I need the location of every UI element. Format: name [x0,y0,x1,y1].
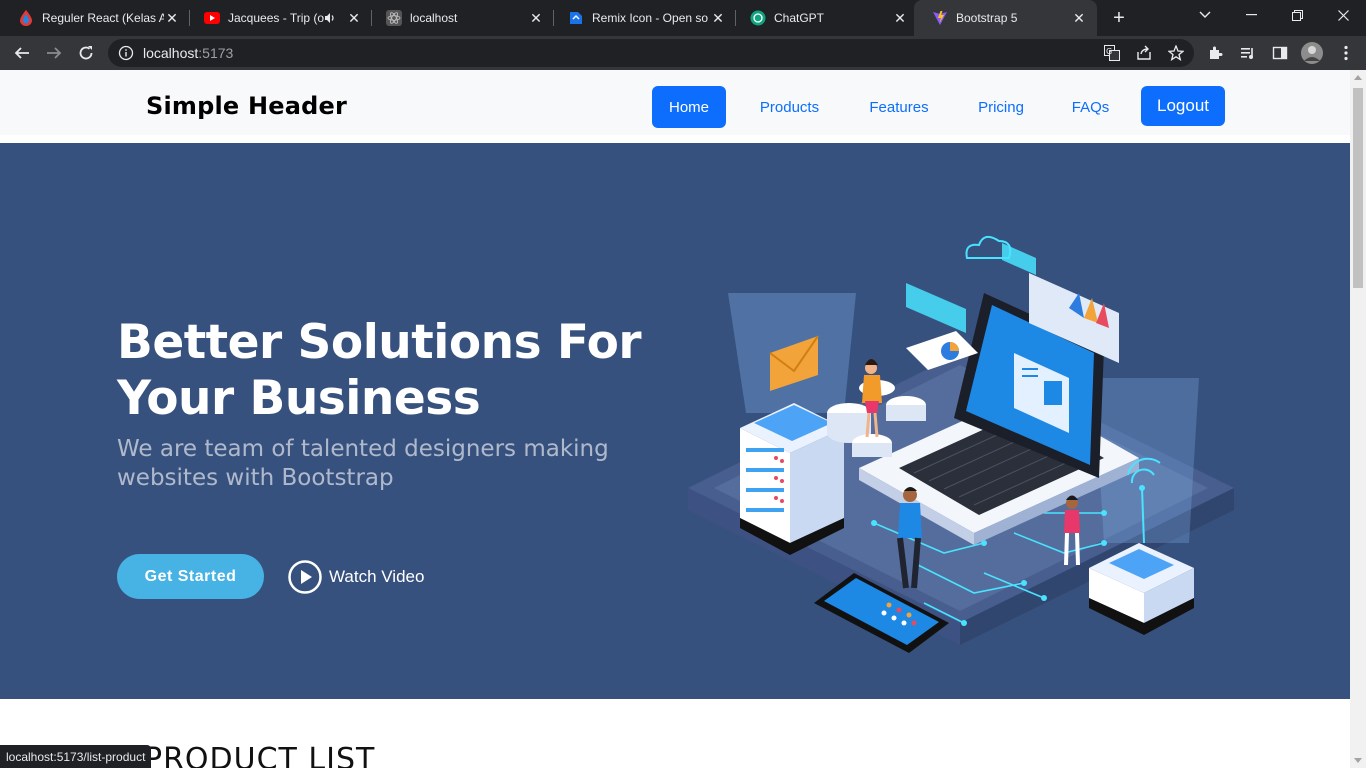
react-icon [386,10,402,26]
browser-tab[interactable]: ChatGPT ✕ [732,4,918,32]
tab-title: Bootstrap 5 [956,11,1018,25]
youtube-icon [204,10,220,26]
extensions-icon[interactable] [1204,41,1228,65]
drop-icon [18,10,34,26]
page-scrollbar[interactable] [1350,70,1366,768]
close-window-icon[interactable] [1320,0,1366,30]
back-icon[interactable] [10,41,34,65]
nav-link-features[interactable]: Features [853,86,945,128]
svg-text:G: G [1106,47,1112,56]
browser-toolbar: localhost:5173 G [0,36,1366,70]
tab-strip: Reguler React (Kelas A ✕ Jacquees - Trip… [0,0,1366,36]
url-host: localhost [143,45,199,61]
brand-title[interactable]: Simple Header [146,92,347,120]
tab-title: Reguler React (Kelas A [42,11,164,25]
site-header: Simple Header Home Products Features Pri… [0,70,1350,135]
logout-button[interactable]: Logout [1141,86,1225,126]
tab-title: Jacquees - Trip (of [228,11,324,25]
close-tab-icon[interactable]: ✕ [164,10,180,26]
close-tab-icon[interactable]: ✕ [346,10,362,26]
nav-link-pricing[interactable]: Pricing [962,86,1040,128]
reload-icon[interactable] [74,41,98,65]
speaker-icon[interactable] [324,10,340,26]
page-viewport: Simple Header Home Products Features Pri… [0,70,1350,768]
scroll-down-icon[interactable] [1354,758,1362,763]
hero-subtitle: We are team of talented designers making… [117,436,609,491]
address-bar[interactable]: localhost:5173 G [108,39,1194,67]
watch-video-label: Watch Video [329,567,425,586]
restore-icon[interactable] [1274,0,1320,30]
get-started-button[interactable]: Get Started [117,554,264,599]
close-tab-icon[interactable]: ✕ [1071,10,1087,26]
close-tab-icon[interactable]: ✕ [528,10,544,26]
new-tab-button[interactable]: + [1107,6,1131,30]
minimize-icon[interactable] [1228,0,1274,30]
chatgpt-icon [750,10,766,26]
side-panel-icon[interactable] [1268,41,1292,65]
tab-search-icon[interactable] [1182,0,1228,30]
section-title: PRODUCT LIST [144,742,376,768]
tab-title: localhost [410,11,458,25]
browser-tab[interactable]: localhost ✕ [368,4,554,32]
bookmark-star-icon[interactable] [1167,44,1185,66]
close-tab-icon[interactable]: ✕ [710,10,726,26]
tab-title: ChatGPT [774,11,825,25]
browser-tab[interactable]: Reguler React (Kelas A ✕ [0,4,190,32]
play-circle-icon [288,560,322,594]
close-tab-icon[interactable]: ✕ [892,10,908,26]
site-info-icon[interactable] [118,45,134,61]
browser-tab[interactable]: Remix Icon - Open so ✕ [550,4,736,32]
media-queue-icon[interactable] [1236,41,1260,65]
nav-link-home[interactable]: Home [652,86,726,128]
remix-icon [568,10,584,26]
vite-icon [932,10,948,26]
hero-title: Better Solutions For Your Business [117,315,642,426]
menu-kebab-icon[interactable] [1334,41,1358,65]
watch-video-button[interactable]: Watch Video [288,560,424,594]
nav-link-products[interactable]: Products [743,86,836,128]
nav-link-faqs[interactable]: FAQs [1057,86,1124,128]
tab-title: Remix Icon - Open so [592,11,709,25]
link-status-bar: localhost:5173/list-product [0,745,152,768]
browser-tab-active[interactable]: Bootstrap 5 ✕ [914,0,1097,36]
hero-section: Better Solutions For Your Business We ar… [0,143,1350,699]
profile-avatar[interactable] [1300,41,1324,65]
share-icon[interactable] [1136,45,1152,66]
hero-illustration [688,235,1234,653]
scrollbar-thumb[interactable] [1353,88,1363,288]
translate-icon[interactable]: G [1104,45,1120,66]
scroll-up-icon[interactable] [1354,75,1362,80]
forward-icon[interactable] [42,41,66,65]
browser-tab[interactable]: Jacquees - Trip (of ✕ [186,4,372,32]
url-text: localhost:5173 [143,45,233,61]
url-port: :5173 [198,45,234,61]
